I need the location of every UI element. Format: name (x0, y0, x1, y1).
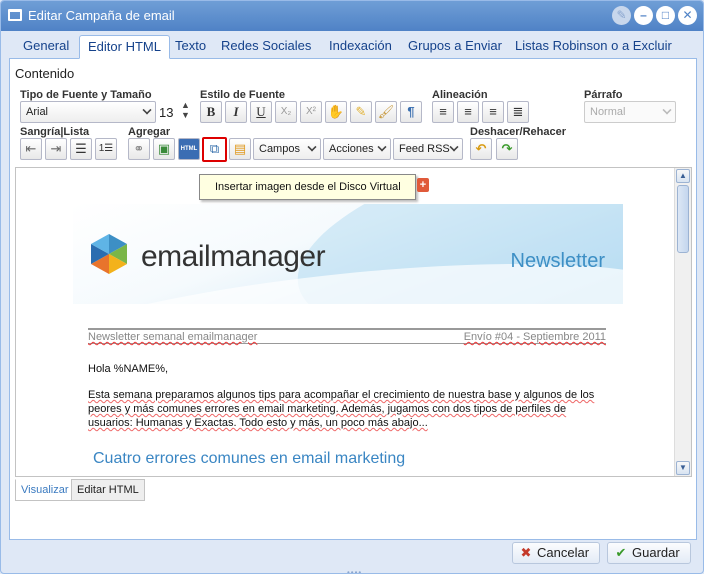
italic-button[interactable]: I (225, 101, 247, 123)
pin-icon[interactable]: ✎ (612, 6, 631, 25)
close-icon[interactable]: ✕ (678, 6, 697, 25)
insert-image-tooltip: Insertar imagen desde el Disco Virtual (199, 174, 416, 200)
edit-campaign-window: Editar Campaña de email ✎ – □ ✕ General … (0, 0, 704, 574)
check-icon: ✔ (615, 545, 627, 560)
title-bar[interactable]: Editar Campaña de email ✎ – □ ✕ (1, 1, 703, 31)
html-insert-button[interactable]: HTML (178, 138, 200, 160)
align-right-icon[interactable]: ≡ (482, 101, 504, 123)
virtual-disk-image-button[interactable]: ⧉ (202, 137, 227, 162)
newsletter-header: emailmanager Newsletter (73, 204, 623, 304)
clear-format-brush-icon[interactable]: 🖌 (375, 101, 397, 123)
feed-rss-value: Feed RSS (399, 143, 450, 155)
tab-grupos-a-enviar[interactable]: Grupos a Enviar (400, 35, 510, 59)
highlight-pen-icon[interactable]: ✎ (350, 101, 372, 123)
paragraph-value: Normal (590, 106, 626, 118)
cancel-button[interactable]: ✖ Cancelar (512, 542, 600, 564)
tab-redes-sociales[interactable]: Redes Sociales (213, 35, 319, 59)
undo-icon[interactable]: ↶ (470, 138, 492, 160)
tab-indexacion[interactable]: Indexación (321, 35, 400, 59)
scroll-thumb[interactable] (677, 185, 689, 253)
font-family-select[interactable]: Arial (20, 101, 156, 123)
newsletter-body: Hola %NAME%, Esta semana preparamos algu… (88, 362, 608, 442)
brand-logo-text: emailmanager (141, 240, 326, 273)
template-blocks-icon[interactable]: ▤ (229, 138, 251, 160)
tab-bar: General Editor HTML Texto Redes Sociales… (9, 31, 697, 59)
fields-select[interactable]: Campos (253, 138, 321, 160)
add-block-icon[interactable]: + (417, 178, 429, 192)
resize-grip-icon[interactable]: •••• (347, 568, 362, 573)
font-family-value: Arial (26, 106, 49, 118)
newsletter-meta-bar: Newsletter semanal emailmanager Envío #0… (88, 328, 606, 344)
redo-icon[interactable]: ↷ (496, 138, 518, 160)
bold-button[interactable]: B (200, 101, 222, 123)
newsletter-title: Newsletter (510, 250, 605, 272)
align-group-label: Alineación (432, 89, 488, 101)
editor-panel: Contenido Tipo de Fuente y Tamaño Estilo… (9, 59, 697, 540)
undo-group-label: Deshacer/Rehacer (470, 126, 567, 138)
tab-editor-html[interactable]: Editor HTML (79, 35, 170, 59)
window-title: Editar Campaña de email (28, 8, 175, 23)
minimize-icon[interactable]: – (634, 6, 653, 25)
font-group-label: Tipo de Fuente y Tamaño (20, 89, 152, 101)
tab-texto[interactable]: Texto (167, 35, 214, 59)
article-heading: Cuatro errores comunes en email marketin… (93, 450, 406, 467)
subscript-button[interactable]: X₂ (275, 101, 297, 123)
indent-group-label: Sangría|Lista (20, 126, 90, 138)
actions-value: Acciones (329, 143, 374, 155)
font-size-value[interactable]: 13 (159, 105, 173, 120)
scroll-up-icon[interactable]: ▲ (676, 169, 690, 183)
maximize-icon[interactable]: □ (656, 6, 675, 25)
chevron-down-icon (662, 105, 672, 115)
save-button[interactable]: ✔ Guardar (607, 542, 691, 564)
tab-general[interactable]: General (15, 35, 77, 59)
meta-left-text: Newsletter semanal emailmanager (88, 331, 258, 343)
window-icon (8, 9, 22, 21)
numbered-list-icon[interactable]: 1☰ (95, 138, 117, 160)
editor-toolbar: Tipo de Fuente y Tamaño Estilo de Fuente… (15, 88, 690, 165)
text-color-icon[interactable]: ✋ (325, 101, 347, 123)
chevron-down-icon (307, 142, 317, 152)
tab-listas-robinson[interactable]: Listas Robinson o a Excluir (507, 35, 680, 59)
bullet-list-icon[interactable]: ☰ (70, 138, 92, 160)
editor-scrollbar[interactable]: ▲ ▼ (674, 168, 691, 476)
newsletter-preview: emailmanager Newsletter Newsletter seman… (73, 204, 623, 476)
indent-icon[interactable]: ⇥ (45, 138, 67, 160)
emailmanager-logo-icon (91, 234, 127, 274)
chevron-down-icon (142, 105, 152, 115)
add-group-label: Agregar (128, 126, 171, 138)
html-editor-area[interactable]: emailmanager Newsletter Newsletter seman… (15, 167, 692, 477)
tab-visualizar[interactable]: Visualizar (15, 479, 75, 501)
scroll-down-icon[interactable]: ▼ (676, 461, 690, 475)
intro-paragraph: Esta semana preparamos algunos tips para… (88, 389, 595, 429)
greeting-text: Hola %NAME%, (88, 363, 169, 375)
underline-button[interactable]: U (250, 101, 272, 123)
link-icon[interactable]: ⚭ (128, 138, 150, 160)
paragraph-group-label: Párrafo (584, 89, 623, 101)
style-group-label: Estilo de Fuente (200, 89, 285, 101)
align-justify-icon[interactable]: ≣ (507, 101, 529, 123)
paragraph-select[interactable]: Normal (584, 101, 676, 123)
font-size-stepper-icon[interactable]: ▲ ▼ (181, 100, 190, 120)
outdent-icon[interactable]: ⇤ (20, 138, 42, 160)
content-label: Contenido (15, 66, 75, 81)
align-left-icon[interactable]: ≡ (432, 101, 454, 123)
chevron-down-icon (449, 142, 459, 152)
feed-rss-select[interactable]: Feed RSS (393, 138, 463, 160)
image-icon[interactable]: ▣ (153, 138, 175, 160)
chevron-down-icon (377, 142, 387, 152)
actions-select[interactable]: Acciones (323, 138, 391, 160)
paragraph-mark-button[interactable]: ¶ (400, 101, 422, 123)
close-x-icon: ✖ (520, 545, 532, 560)
align-center-icon[interactable]: ≡ (457, 101, 479, 123)
fields-value: Campos (259, 143, 300, 155)
superscript-button[interactable]: X² (300, 101, 322, 123)
meta-right-text: Envío #04 - Septiembre 2011 (463, 331, 606, 343)
tab-editar-html[interactable]: Editar HTML (71, 479, 145, 501)
